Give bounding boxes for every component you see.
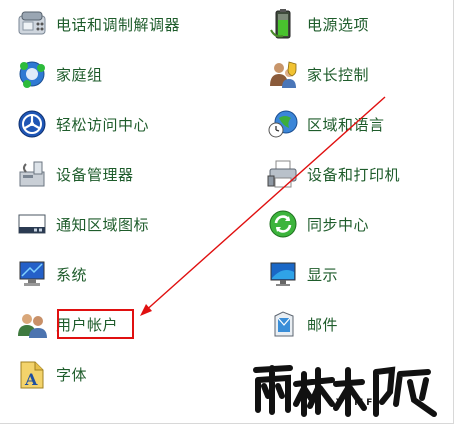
- item-devices-and-printers[interactable]: 设备和打印机: [265, 154, 400, 194]
- item-label: 家庭组: [56, 65, 103, 84]
- item-region-and-language[interactable]: 区域和语言: [265, 104, 385, 144]
- item-system[interactable]: 系统: [14, 254, 87, 294]
- phone-modem-icon: [14, 6, 50, 42]
- item-homegroup[interactable]: 家庭组: [14, 54, 103, 94]
- item-phone-and-modem[interactable]: 电话和调制解调器: [14, 4, 180, 44]
- user-accounts-icon: [14, 306, 50, 342]
- notification-area-icon: [14, 206, 50, 242]
- parental-controls-icon: [265, 56, 301, 92]
- printer-icon: [265, 156, 301, 192]
- item-sync-center[interactable]: 同步中心: [265, 204, 369, 244]
- clock-globe-icon: [265, 106, 301, 142]
- item-label: 系统: [56, 265, 88, 284]
- control-panel-all-items: 电话和调制解调器 电源选项 家庭组 家长控制 轻松访问中心 区域和语言 设备管理…: [0, 0, 454, 424]
- item-label: 设备管理器: [56, 165, 134, 184]
- device-manager-icon: [14, 156, 50, 192]
- item-label: 设备和打印机: [307, 165, 401, 184]
- display-monitor-icon: [265, 256, 301, 292]
- ease-of-access-icon: [14, 106, 50, 142]
- watermark-logo: [250, 362, 446, 420]
- item-display[interactable]: 显示: [265, 254, 338, 294]
- item-notification-area-icons[interactable]: 通知区域图标: [14, 204, 149, 244]
- mail-icon: [265, 306, 301, 342]
- item-label: 轻松访问中心: [56, 115, 150, 134]
- item-device-manager[interactable]: 设备管理器: [14, 154, 134, 194]
- item-ease-of-access[interactable]: 轻松访问中心: [14, 104, 149, 144]
- svg-text:A: A: [24, 370, 38, 389]
- item-label: 电话和调制解调器: [56, 15, 181, 34]
- sync-icon: [265, 206, 301, 242]
- item-label: 字体: [56, 365, 88, 384]
- item-mail[interactable]: 邮件: [265, 304, 338, 344]
- fonts-folder-icon: A: [14, 356, 50, 392]
- item-label: 邮件: [307, 315, 339, 334]
- item-label: 电源选项: [307, 15, 370, 34]
- homegroup-icon: [14, 56, 50, 92]
- item-power-options[interactable]: 电源选项: [265, 4, 369, 44]
- user-accounts-highlight-box: [57, 309, 134, 339]
- battery-icon: [265, 6, 301, 42]
- item-label: 显示: [307, 265, 339, 284]
- item-fonts[interactable]: A 字体: [14, 354, 87, 394]
- item-label: 家长控制: [307, 65, 370, 84]
- item-label: 通知区域图标: [56, 215, 150, 234]
- system-icon: [14, 256, 50, 292]
- item-label: 同步中心: [307, 215, 370, 234]
- item-parental-controls[interactable]: 家长控制: [265, 54, 369, 94]
- item-label: 区域和语言: [307, 115, 385, 134]
- watermark-subtext: YLMF: [336, 398, 376, 408]
